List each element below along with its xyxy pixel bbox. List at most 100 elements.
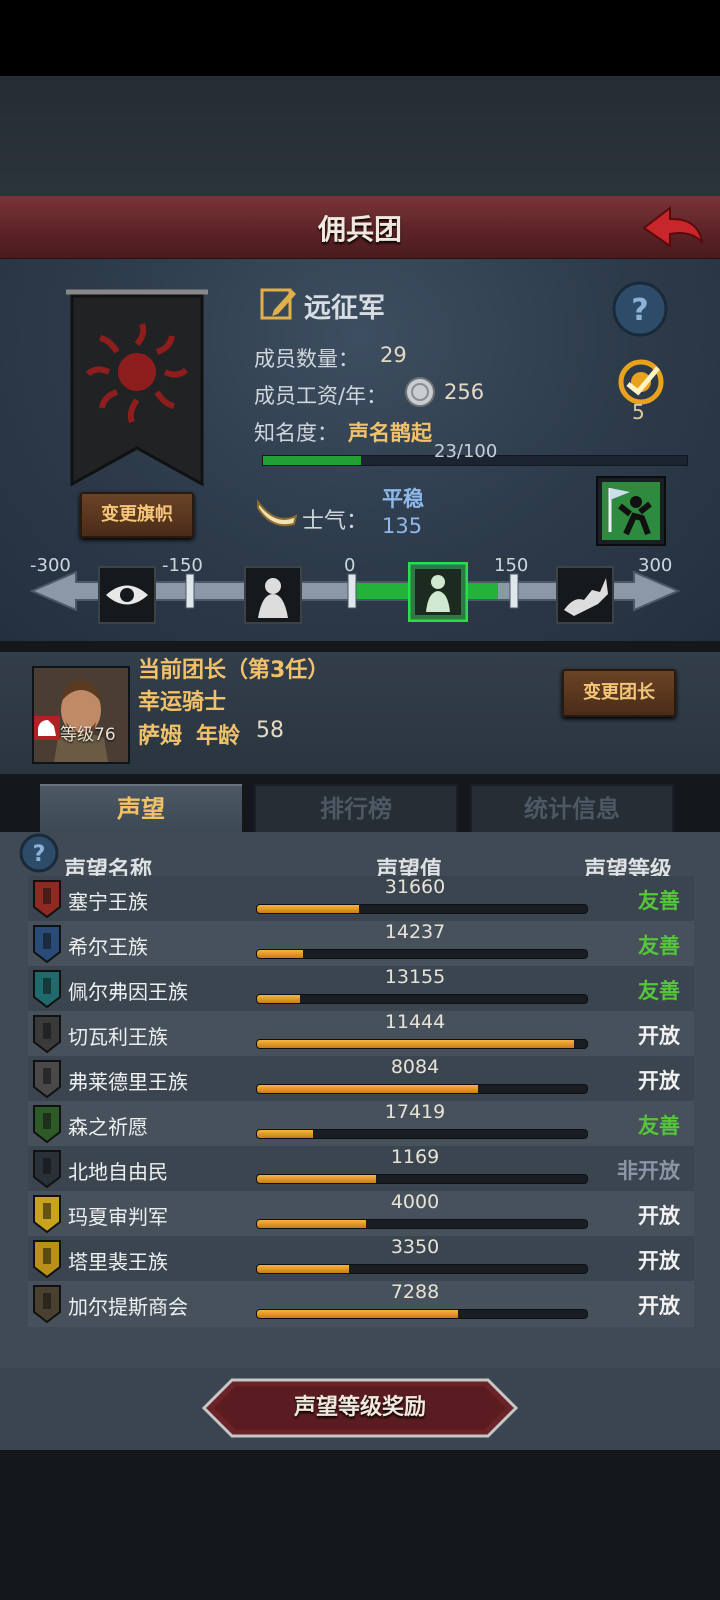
reputation-bar-fill (257, 1040, 574, 1048)
scale-tick-label: 150 (494, 555, 529, 576)
fame-label: 知名度： (254, 421, 338, 445)
faction-crest-icon (33, 1195, 61, 1234)
fame-progress-text: 23/100 (434, 441, 498, 462)
reputation-reward-button[interactable]: 声望等级奖励 (202, 1378, 518, 1438)
list-item[interactable]: 塞宁王族 31660 友善 (28, 876, 694, 922)
list-item[interactable]: 弗莱德里王族 8084 开放 (28, 1056, 694, 1102)
leader-name: 萨姆 (138, 724, 183, 749)
reputation-bar (256, 1039, 588, 1049)
morale-state: 平稳 (382, 487, 424, 511)
reputation-bar-fill (257, 1310, 459, 1318)
leader-age-value: 58 (256, 718, 284, 743)
reputation-bar (256, 994, 588, 1004)
tab-reputation[interactable]: 声望 (40, 784, 242, 832)
faction-crest-icon (33, 970, 61, 1009)
reputation-bar-fill (257, 1130, 314, 1138)
tab-leaderboard[interactable]: 排行榜 (254, 784, 458, 834)
charging-horse-icon (556, 566, 614, 624)
reputation-value: 3350 (390, 1236, 440, 1258)
company-banner-flag (66, 289, 208, 487)
faction-crest-icon (33, 1285, 61, 1324)
list-item[interactable]: 森之祈愿 17419 友善 (28, 1101, 694, 1147)
faction-name: 塞宁王族 (68, 890, 148, 914)
scale-tick-label: -150 (162, 555, 203, 576)
reputation-level: 友善 (638, 1114, 680, 1138)
reputation-bar-fill (257, 950, 304, 958)
faction-name: 希尔王族 (68, 935, 148, 959)
leader-portrait[interactable] (32, 666, 130, 764)
list-item[interactable]: 希尔王族 14237 友善 (28, 921, 694, 967)
fame-progress-fill (263, 456, 361, 465)
faction-crest-icon (33, 880, 61, 919)
tab-statistics[interactable]: 统计信息 (470, 784, 674, 834)
change-banner-button[interactable]: 变更旗帜 (80, 492, 194, 538)
eye-despair-icon (98, 566, 156, 624)
list-item[interactable]: 加尔提斯商会 7288 开放 (28, 1281, 694, 1327)
wage-value: 256 (444, 380, 485, 404)
badge-count: 5 (632, 400, 645, 424)
silver-coin-icon (405, 377, 435, 407)
status-bar-area (0, 0, 720, 76)
faction-crest-icon (33, 1150, 61, 1189)
title-bar: 佣兵团 (0, 196, 720, 261)
rally-flag-icon[interactable] (596, 476, 666, 546)
reputation-bar-fill (257, 1265, 350, 1273)
faction-crest-icon (33, 925, 61, 964)
reputation-level: 开放 (638, 1069, 680, 1093)
company-name: 远征军 (304, 293, 385, 324)
reputation-level: 非开放 (617, 1159, 680, 1183)
faction-name: 弗莱德里王族 (68, 1070, 188, 1094)
leader-trait: 幸运骑士 (138, 690, 227, 715)
help-icon[interactable]: ? (18, 832, 60, 874)
svg-text:?: ? (33, 842, 46, 867)
reputation-bar (256, 1264, 588, 1274)
reputation-level: 友善 (638, 889, 680, 913)
list-item[interactable]: 切瓦利王族 11444 开放 (28, 1011, 694, 1057)
wage-label: 成员工资/年： (254, 384, 388, 408)
faction-crest-icon (33, 1015, 61, 1054)
reputation-bar (256, 1309, 588, 1319)
faction-name: 森之祈愿 (68, 1115, 148, 1139)
reputation-bar (256, 1174, 588, 1184)
change-leader-button[interactable]: 变更团长 (562, 669, 676, 717)
reputation-bar (256, 1129, 588, 1139)
reputation-level: 开放 (638, 1249, 680, 1273)
reputation-level: 开放 (638, 1294, 680, 1318)
faction-name: 加尔提斯商会 (68, 1295, 188, 1319)
reputation-value: 17419 (384, 1101, 446, 1123)
list-item[interactable]: 塔里裴王族 3350 开放 (28, 1236, 694, 1282)
back-arrow-icon[interactable] (640, 204, 706, 250)
faction-crest-icon (33, 1240, 61, 1279)
reputation-value: 7288 (390, 1281, 440, 1303)
scale-tick-label: -300 (30, 555, 71, 576)
help-icon[interactable]: ? (611, 280, 669, 338)
reputation-bar-fill (257, 1175, 376, 1183)
list-item[interactable]: 玛夏审判军 4000 开放 (28, 1191, 694, 1237)
members-label: 成员数量： (254, 347, 359, 371)
reputation-bar (256, 1084, 588, 1094)
reputation-bar (256, 1219, 588, 1229)
background-stone (0, 76, 720, 196)
background-bottom (0, 1450, 720, 1600)
reputation-value: 11444 (384, 1011, 446, 1033)
reputation-value: 13155 (384, 966, 446, 988)
edit-icon[interactable] (260, 284, 298, 322)
page-title: 佣兵团 (317, 213, 402, 246)
morale-value: 135 (382, 514, 423, 538)
leader-title: 当前团长（第3任） (138, 658, 330, 683)
reputation-value: 31660 (384, 876, 446, 898)
list-item[interactable]: 佩尔弗因王族 13155 友善 (28, 966, 694, 1012)
faction-name: 玛夏审判军 (68, 1205, 168, 1229)
list-item[interactable]: 北地自由民 1169 非开放 (28, 1146, 694, 1192)
faction-name: 佩尔弗因王族 (68, 980, 188, 1004)
reputation-bar-fill (257, 1220, 366, 1228)
reputation-level: 友善 (638, 979, 680, 1003)
reputation-bar-fill (257, 1085, 479, 1093)
reputation-bar-fill (257, 905, 360, 913)
horn-icon (257, 499, 298, 527)
reputation-bar (256, 904, 588, 914)
svg-text:?: ? (631, 293, 648, 328)
leader-age-label: 年龄 (196, 724, 241, 749)
members-value: 29 (380, 343, 407, 367)
helmet-icon (34, 716, 60, 740)
